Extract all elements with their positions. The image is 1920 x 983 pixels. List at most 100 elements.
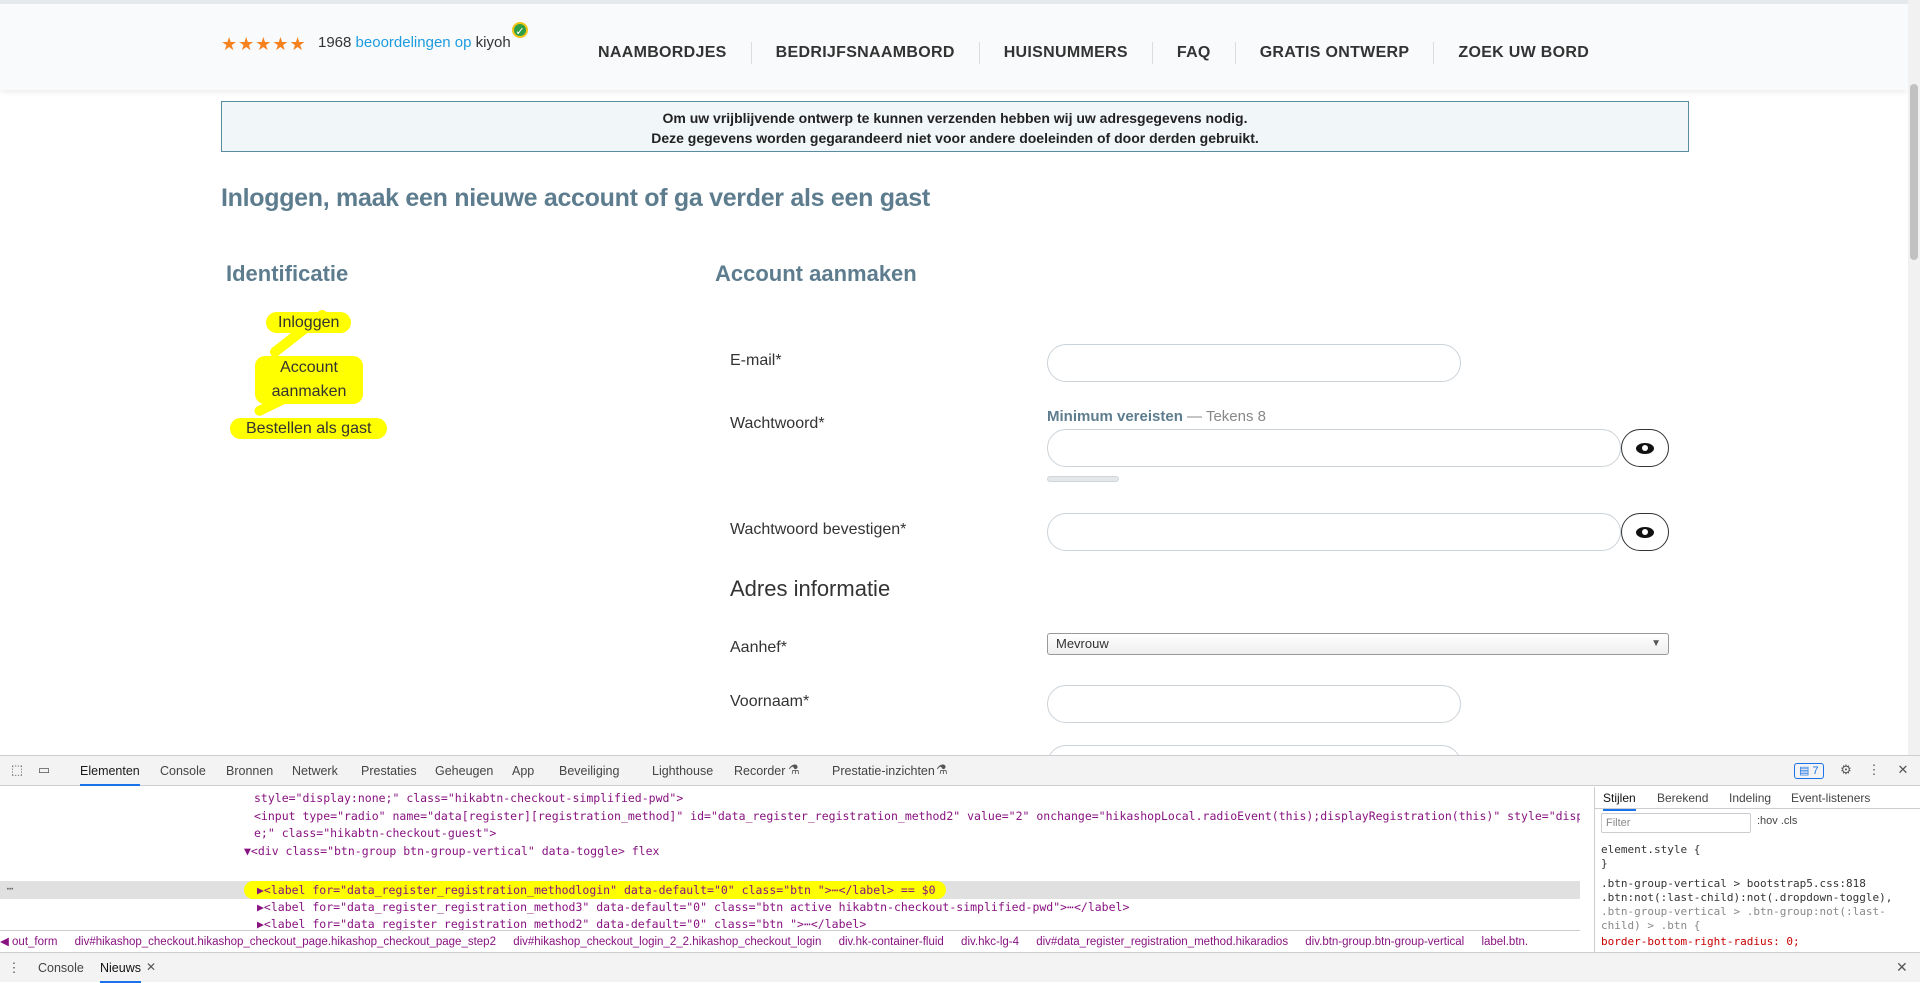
email-label: E-mail* [730, 352, 782, 369]
gear-icon[interactable]: ⚙ [1838, 763, 1854, 777]
css-line: child) > .btn { [1601, 919, 1701, 932]
password-confirm-input[interactable] [1047, 513, 1621, 551]
method-account-aanmaken[interactable]: Account aanmaken [255, 356, 363, 404]
main-nav: NAAMBORDJES BEDRIJFSNAAMBORD HUISNUMMERS… [581, 42, 1613, 64]
tab-recorder[interactable]: Recorder [734, 756, 785, 786]
tab-geheugen[interactable]: Geheugen [435, 756, 493, 786]
devtools-drawer: ⋮ Console Nieuws ✕ ✕ [0, 952, 1920, 983]
tab-indeling[interactable]: Indeling [1729, 787, 1771, 809]
css-line: .btn:not(:last-child):not(.dropdown-togg… [1601, 891, 1893, 904]
more-vertical-icon[interactable]: ⋮ [1866, 763, 1882, 777]
password-label: Wachtwoord* [730, 415, 825, 432]
crumb[interactable]: div.hkc-lg-4 [961, 936, 1019, 948]
tab-elementen[interactable]: Elementen [80, 756, 140, 786]
email-input[interactable] [1047, 344, 1461, 382]
page-scrollbar-thumb[interactable] [1910, 84, 1918, 260]
salutation-value: Mevrouw [1056, 636, 1109, 651]
tab-app[interactable]: App [512, 756, 534, 786]
crumb[interactable]: ◀ out_form [0, 936, 57, 948]
close-icon[interactable]: ✕ [146, 960, 156, 974]
notice-line-1: Om uw vrijblijvende ontwerp te kunnen ve… [662, 110, 1248, 126]
crumb[interactable]: div.hk-container-fluid [839, 936, 944, 948]
css-line: } [1601, 857, 1608, 870]
review-link[interactable]: beoordelingen op [356, 34, 472, 51]
method-bestellen-als-gast[interactable]: Bestellen als gast [230, 418, 388, 439]
styles-tools[interactable]: :hov .cls [1757, 815, 1797, 827]
show-password-button[interactable] [1621, 429, 1669, 467]
close-icon[interactable]: ✕ [1896, 959, 1908, 976]
tab-netwerk[interactable]: Netwerk [292, 756, 338, 786]
firstname-input[interactable] [1047, 685, 1461, 723]
rating-stars: ★★★★★ [221, 34, 307, 54]
dom-line[interactable]: ▶<label for="data_register_registration_… [257, 900, 1129, 914]
tab-prestaties[interactable]: Prestaties [361, 756, 417, 786]
styles-filter-input[interactable]: Filter [1601, 813, 1751, 833]
flask-icon: ⚗ [788, 762, 800, 777]
address-heading: Adres informatie [730, 576, 891, 601]
css-line: .btn-group-vertical > bootstrap5.css:818 [1601, 877, 1866, 890]
salutation-select[interactable]: Mevrouw ▼ [1047, 633, 1669, 655]
password-input[interactable] [1047, 429, 1621, 467]
account-heading: Account aanmaken [715, 261, 917, 286]
issues-badge[interactable]: ▤ 7 [1794, 763, 1824, 779]
css-line: border-bottom-right-radius: 0; [1601, 935, 1800, 948]
devtools-panel: ⬚ ▭ Elementen Console Bronnen Netwerk Pr… [0, 755, 1920, 983]
nav-faq[interactable]: FAQ [1153, 42, 1236, 64]
tab-console[interactable]: Console [160, 756, 206, 786]
crumb[interactable]: div#hikashop_checkout_login_2_2.hikashop… [513, 936, 821, 948]
show-password-confirm-button[interactable] [1621, 513, 1669, 551]
dom-line-selected[interactable]: ▶<label for="data_register_registration_… [257, 883, 936, 897]
identificatie-heading: Identificatie [226, 261, 349, 286]
tab-berekend[interactable]: Berekend [1657, 787, 1708, 809]
inspect-icon[interactable]: ⬚ [9, 763, 25, 777]
more-vertical-icon[interactable]: ⋮ [6, 961, 22, 975]
min-req-detail: — Tekens 8 [1182, 408, 1266, 425]
devtools-tabbar: ⬚ ▭ Elementen Console Bronnen Netwerk Pr… [0, 756, 1920, 786]
nav-naambordjes[interactable]: NAAMBORDJES [581, 42, 752, 64]
styles-pane: Stijlen Berekend Indeling Event-listener… [1594, 787, 1920, 952]
close-icon[interactable]: ✕ [1895, 763, 1911, 777]
tab-stijlen[interactable]: Stijlen [1603, 787, 1636, 811]
drawer-tab-console[interactable]: Console [38, 953, 84, 983]
method-inloggen[interactable]: Inloggen [266, 312, 352, 333]
password-confirm-label: Wachtwoord bevestigen* [730, 521, 907, 538]
tab-prestatie-inzichten[interactable]: Prestatie-inzichten [832, 756, 935, 786]
elements-tree: ⋯ style="display:none;" class="hikabtn-c… [0, 787, 1580, 930]
more-icon[interactable]: ⋯ [2, 882, 18, 896]
site-header: ★★★★★ 1968 beoordelingen op kiyoh ✓ NAAM… [0, 0, 1908, 90]
review-count: 1968 [318, 34, 352, 51]
css-line: .btn-group-vertical > .btn-group:not(:la… [1601, 905, 1886, 918]
tab-bronnen[interactable]: Bronnen [226, 756, 273, 786]
dom-line[interactable]: ▼<div class="btn-group btn-group-vertica… [244, 844, 659, 858]
dom-line[interactable]: style="display:none;" class="hikabtn-che… [254, 791, 683, 805]
crumb[interactable]: div.btn-group.btn-group-vertical [1305, 936, 1464, 948]
dom-line[interactable]: <input type="radio" name="data[register]… [254, 809, 1580, 823]
tab-event-listeners[interactable]: Event-listeners [1791, 787, 1870, 809]
device-toggle-icon[interactable]: ▭ [36, 763, 52, 777]
salutation-label: Aanhef* [730, 639, 787, 656]
chevron-down-icon: ▼ [1651, 638, 1661, 649]
min-req-title: Minimum vereisten [1047, 408, 1183, 425]
review-summary: 1968 beoordelingen op kiyoh [318, 34, 511, 51]
nav-bedrijfsnaambord[interactable]: BEDRIJFSNAAMBORD [752, 42, 980, 64]
notice-line-2: Deze gegevens worden gegarandeerd niet v… [651, 130, 1259, 146]
nav-zoek-uw-bord[interactable]: ZOEK UW BORD [1434, 42, 1613, 64]
nav-huisnummers[interactable]: HUISNUMMERS [980, 42, 1153, 64]
firstname-label: Voornaam* [730, 693, 810, 710]
tab-beveiliging[interactable]: Beveiliging [559, 756, 619, 786]
kiyoh-check-icon: ✓ [512, 22, 528, 38]
crumb[interactable]: div#data_register_registration_method.hi… [1036, 936, 1288, 948]
page-title: Inloggen, maak een nieuwe account of ga … [221, 184, 930, 212]
tab-lighthouse[interactable]: Lighthouse [652, 756, 713, 786]
next-input[interactable] [1047, 745, 1461, 755]
dom-line[interactable]: e;" class="hikabtn-checkout-guest"> [254, 826, 496, 840]
drawer-tab-nieuws[interactable]: Nieuws [100, 953, 141, 983]
page-scrollbar[interactable] [1908, 0, 1920, 755]
crumb[interactable]: label.btn. [1481, 936, 1528, 948]
browser-viewport: ★★★★★ 1968 beoordelingen op kiyoh ✓ NAAM… [0, 0, 1920, 755]
kiyoh-brand[interactable]: kiyoh [476, 34, 511, 51]
dom-line[interactable]: ▶<label for="data_register_registration_… [257, 917, 866, 930]
crumb[interactable]: div#hikashop_checkout.hikashop_checkout_… [75, 936, 496, 948]
nav-gratis-ontwerp[interactable]: GRATIS ONTWERP [1236, 42, 1435, 64]
flask-icon: ⚗ [936, 762, 948, 777]
